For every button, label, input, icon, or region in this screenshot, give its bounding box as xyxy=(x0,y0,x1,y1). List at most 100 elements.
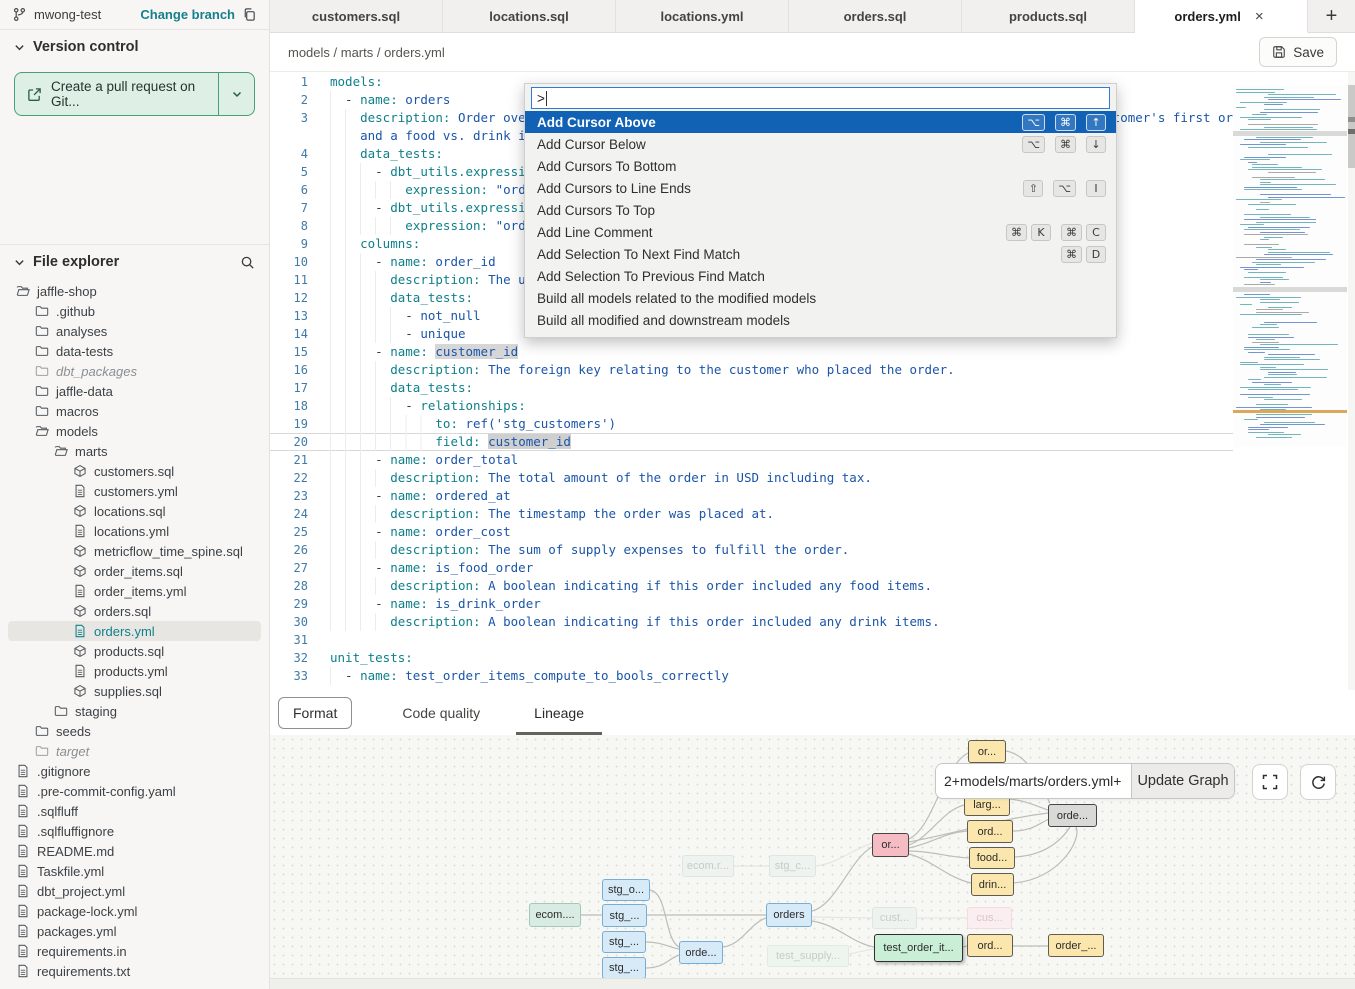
file-tree-item-marts[interactable]: marts xyxy=(8,441,261,461)
tab-locations-yml[interactable]: locations.yml xyxy=(616,0,789,32)
tab-products-sql[interactable]: products.sql xyxy=(962,0,1135,32)
tab-close-icon[interactable]: × xyxy=(1251,8,1268,25)
file-tree-item-products-yml[interactable]: products.yml xyxy=(8,661,261,681)
file-tree-item--sqlfluffignore[interactable]: .sqlfluffignore xyxy=(8,821,261,841)
file-tree-item-models[interactable]: models xyxy=(8,421,261,441)
file-explorer-header[interactable]: File explorer xyxy=(0,245,269,279)
lineage-node-ord-[interactable]: ord... xyxy=(967,934,1013,957)
copy-icon[interactable] xyxy=(242,7,257,22)
file-tree-item-dbt-packages[interactable]: dbt_packages xyxy=(8,361,261,381)
lineage-node-or-[interactable]: or... xyxy=(872,833,909,857)
lineage-node-stg-o-[interactable]: stg_o... xyxy=(602,879,650,901)
palette-item-add-selection-to-previous-find-match[interactable]: Add Selection To Previous Find Match xyxy=(525,265,1116,287)
palette-item-add-cursors-to-top[interactable]: Add Cursors To Top xyxy=(525,199,1116,221)
file-tree-item-jaffle-data[interactable]: jaffle-data xyxy=(8,381,261,401)
lineage-node-order-[interactable]: order_... xyxy=(1048,934,1104,957)
file-tree-item-locations-yml[interactable]: locations.yml xyxy=(8,521,261,541)
file-tree-item-customers-sql[interactable]: customers.sql xyxy=(8,461,261,481)
file-tree-item-packages-yml[interactable]: packages.yml xyxy=(8,921,261,941)
horizontal-scrollbar-track[interactable] xyxy=(270,978,1355,989)
palette-item-add-cursors-to-bottom[interactable]: Add Cursors To Bottom xyxy=(525,155,1116,177)
file-tree-item-requirements-txt[interactable]: requirements.txt xyxy=(8,961,261,981)
file-tree-item-customers-yml[interactable]: customers.yml xyxy=(8,481,261,501)
lineage-node-orders[interactable]: orders xyxy=(766,903,812,927)
shortcut-chord: ↓ xyxy=(1086,136,1106,153)
palette-item-add-cursors-to-line-ends[interactable]: Add Cursors to Line Ends⇧⌥I xyxy=(525,177,1116,199)
file-tree-item-data-tests[interactable]: data-tests xyxy=(8,341,261,361)
file-tree-item-supplies-sql[interactable]: supplies.sql xyxy=(8,681,261,701)
file-tree-item-locations-sql[interactable]: locations.sql xyxy=(8,501,261,521)
lineage-node-stg-[interactable]: stg_... xyxy=(602,904,647,927)
file-label: products.sql xyxy=(94,644,164,659)
file-tree-item-dbt-project-yml[interactable]: dbt_project.yml xyxy=(8,881,261,901)
lineage-selector-input[interactable] xyxy=(936,764,1131,798)
update-graph-button[interactable]: Update Graph xyxy=(1131,764,1234,798)
scrollbar-thumb[interactable] xyxy=(1348,85,1355,168)
file-tree-item-taskfile-yml[interactable]: Taskfile.yml xyxy=(8,861,261,881)
palette-item-add-cursor-below[interactable]: Add Cursor Below⌥⌘↓ xyxy=(525,133,1116,155)
tab-orders-sql[interactable]: orders.sql xyxy=(789,0,962,32)
file-tree-item-jaffle-shop[interactable]: jaffle-shop xyxy=(8,281,261,301)
lineage-node-orde-[interactable]: orde... xyxy=(1048,804,1097,827)
change-branch-link[interactable]: Change branch xyxy=(140,7,235,22)
bottom-tab-lineage[interactable]: Lineage xyxy=(530,690,588,735)
file-tree-item-package-lock-yml[interactable]: package-lock.yml xyxy=(8,901,261,921)
version-control-header[interactable]: Version control xyxy=(0,30,269,64)
tab-customers-sql[interactable]: customers.sql xyxy=(270,0,443,32)
file-tree-item-analyses[interactable]: analyses xyxy=(8,321,261,341)
file-tree-item-order-items-yml[interactable]: order_items.yml xyxy=(8,581,261,601)
lineage-node-food-[interactable]: food... xyxy=(969,847,1015,869)
editor-scrollbar[interactable] xyxy=(1348,72,1355,690)
palette-item-build-all-models-related-to-the-modified-models[interactable]: Build all models related to the modified… xyxy=(525,287,1116,309)
lineage-node-test-order-it-[interactable]: test_order_it... xyxy=(874,934,963,962)
fullscreen-button[interactable] xyxy=(1252,764,1288,800)
lineage-node-cus-[interactable]: cus... xyxy=(967,907,1012,929)
minimap[interactable] xyxy=(1233,85,1347,447)
file-tree-item-readme-md[interactable]: README.md xyxy=(8,841,261,861)
search-icon[interactable] xyxy=(240,255,255,270)
lineage-node-test-supply-[interactable]: test_supply... xyxy=(767,945,849,967)
file-tree-item-staging[interactable]: staging xyxy=(8,701,261,721)
lineage-node-drin-[interactable]: drin... xyxy=(971,873,1014,896)
lineage-node-ecom-r-[interactable]: ecom.r... xyxy=(682,855,734,877)
format-button[interactable]: Format xyxy=(278,697,352,729)
file-tree-item-seeds[interactable]: seeds xyxy=(8,721,261,741)
palette-item-build-all-modified-and-downstream-models[interactable]: Build all modified and downstream models xyxy=(525,309,1116,331)
file-tree-item--gitignore[interactable]: .gitignore xyxy=(8,761,261,781)
tab-locations-sql[interactable]: locations.sql xyxy=(443,0,616,32)
file-tree-item-orders-sql[interactable]: orders.sql xyxy=(8,601,261,621)
refresh-button[interactable] xyxy=(1300,764,1336,800)
lineage-node-ord-[interactable]: ord... xyxy=(967,820,1013,843)
create-pr-dropdown[interactable] xyxy=(218,73,254,115)
file-tree-item-order-items-sql[interactable]: order_items.sql xyxy=(8,561,261,581)
new-tab-button[interactable]: + xyxy=(1308,0,1355,32)
file-tree-item-target[interactable]: target xyxy=(8,741,261,761)
code-text: - name: order_total xyxy=(308,451,518,469)
command-palette-input[interactable]: > xyxy=(531,87,1110,109)
tab-orders-yml[interactable]: orders.yml× xyxy=(1135,0,1308,33)
lineage-node-ecom-[interactable]: ecom.... xyxy=(529,903,581,927)
create-pr-button[interactable]: Create a pull request on Git... xyxy=(14,72,255,116)
file-tree-item-requirements-in[interactable]: requirements.in xyxy=(8,941,261,961)
file-tree-item--sqlfluff[interactable]: .sqlfluff xyxy=(8,801,261,821)
lineage-node-stg-c-[interactable]: stg_c... xyxy=(769,855,816,877)
lineage-node-or-[interactable]: or... xyxy=(968,740,1006,763)
file-tree-item-products-sql[interactable]: products.sql xyxy=(8,641,261,661)
palette-item-add-cursor-above[interactable]: Add Cursor Above⌥⌘↑ xyxy=(525,111,1116,133)
lineage-node-stg-[interactable]: stg_... xyxy=(602,931,646,953)
lineage-node-stg-[interactable]: stg_... xyxy=(602,957,646,978)
lineage-node-cust-[interactable]: cust... xyxy=(872,907,917,929)
file-tree-item--pre-commit-config-yaml[interactable]: .pre-commit-config.yaml xyxy=(8,781,261,801)
bottom-tab-code-quality[interactable]: Code quality xyxy=(398,690,484,735)
file-tree-item-metricflow-time-spine-sql[interactable]: metricflow_time_spine.sql xyxy=(8,541,261,561)
file-tree-item-orders-yml[interactable]: orders.yml xyxy=(8,621,261,641)
minimap-line xyxy=(1264,104,1283,105)
lineage-canvas[interactable]: or...larg...orde...ord...or...food...eco… xyxy=(270,735,1355,978)
file-tree-item-macros[interactable]: macros xyxy=(8,401,261,421)
minimap-line xyxy=(1268,372,1296,373)
file-tree-item--github[interactable]: .github xyxy=(8,301,261,321)
palette-item-add-selection-to-next-find-match[interactable]: Add Selection To Next Find Match⌘D xyxy=(525,243,1116,265)
save-button[interactable]: Save xyxy=(1259,37,1337,67)
palette-item-add-line-comment[interactable]: Add Line Comment⌘K⌘C xyxy=(525,221,1116,243)
lineage-node-orde-[interactable]: orde... xyxy=(679,941,723,964)
